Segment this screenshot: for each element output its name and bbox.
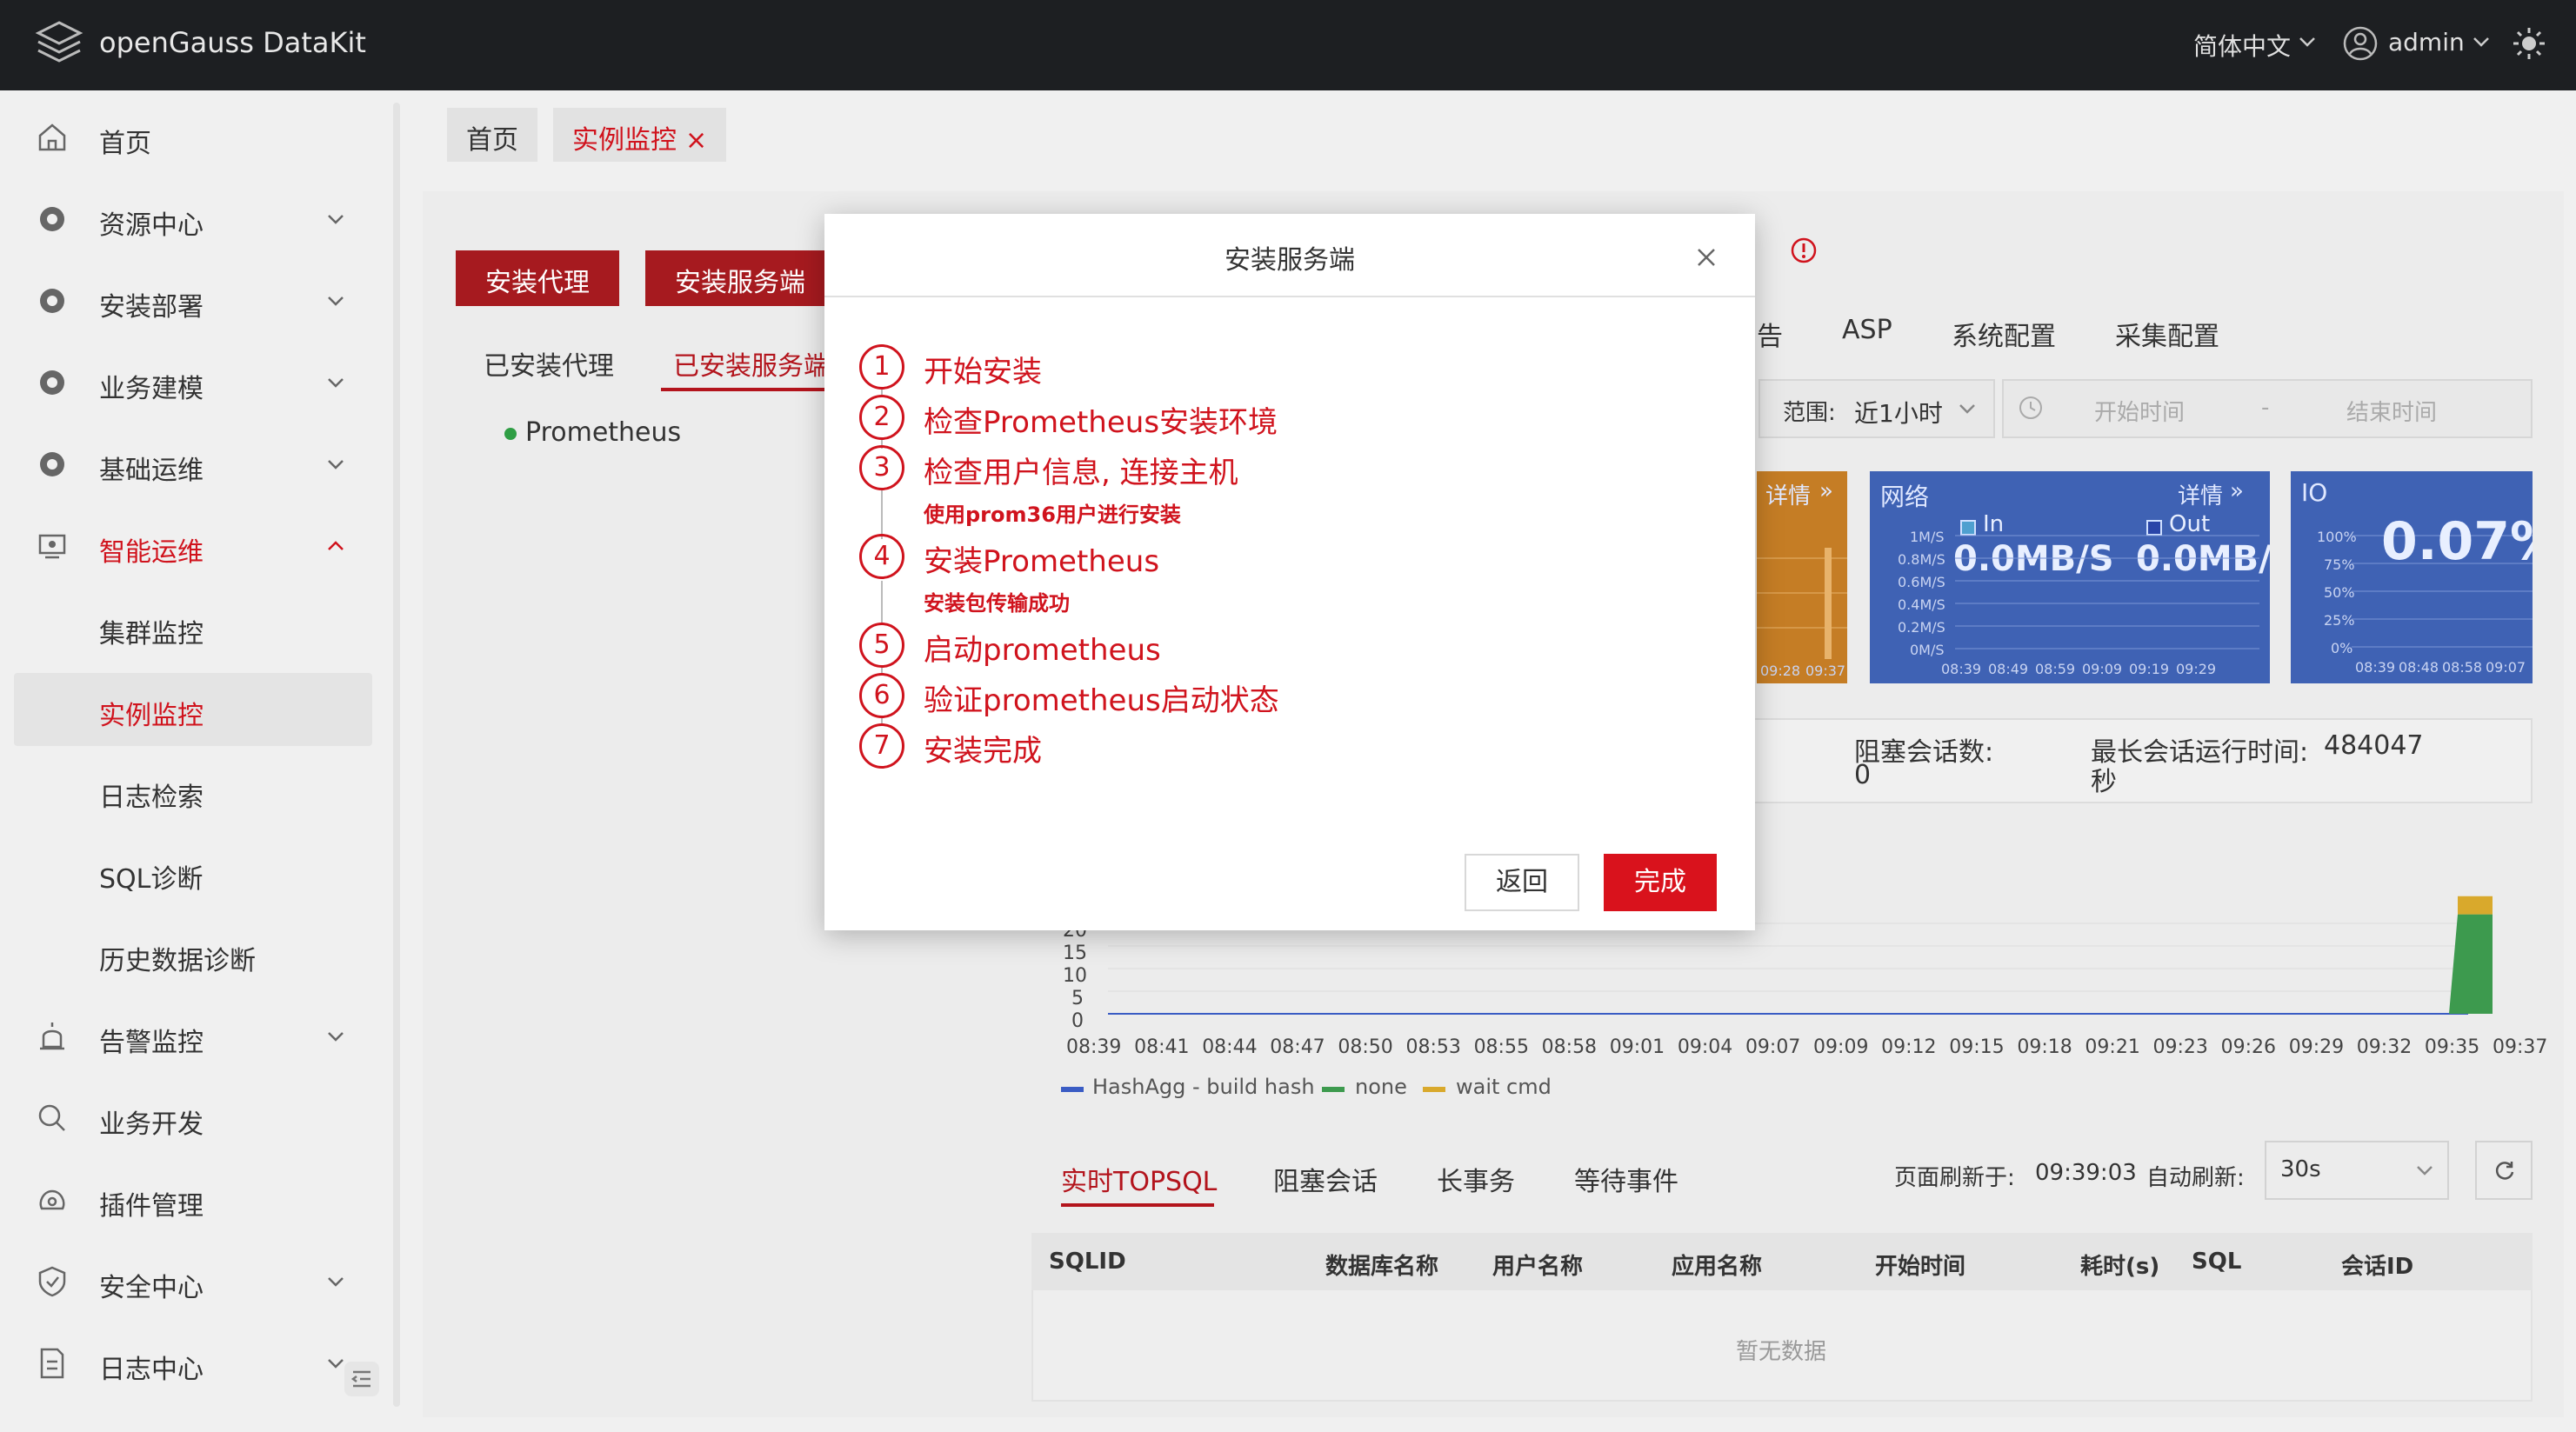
step-number: 7 <box>859 723 904 769</box>
step-label: 安装Prometheus <box>924 537 1159 580</box>
step-note: 使用prom36用户进行安装 <box>924 497 1181 528</box>
step-number: 3 <box>859 445 904 490</box>
step-number: 5 <box>859 623 904 668</box>
step-label: 开始安装 <box>924 348 1042 390</box>
step-label: 检查用户信息, 连接主机 <box>924 449 1238 491</box>
close-icon[interactable] <box>1694 245 1718 270</box>
step-connector <box>881 490 883 539</box>
step-label: 检查Prometheus安装环境 <box>924 398 1278 441</box>
step-number: 6 <box>859 673 904 718</box>
done-button[interactable]: 完成 <box>1604 854 1717 911</box>
step-number: 2 <box>859 395 904 440</box>
step-note: 安装包传输成功 <box>924 586 1070 616</box>
step-number: 1 <box>859 344 904 390</box>
step-connector <box>881 581 883 624</box>
step-number: 4 <box>859 534 904 579</box>
back-button[interactable]: 返回 <box>1465 854 1579 911</box>
install-server-dialog: 安装服务端 1 开始安装 2 检查Prometheus安装环境 3 检查用户信息… <box>824 214 1755 930</box>
step-label: 启动prometheus <box>924 626 1161 669</box>
step-label: 验证prometheus启动状态 <box>924 676 1279 719</box>
step-label: 安装完成 <box>924 727 1042 769</box>
dialog-divider <box>824 296 1755 297</box>
dialog-title: 安装服务端 <box>824 238 1755 276</box>
